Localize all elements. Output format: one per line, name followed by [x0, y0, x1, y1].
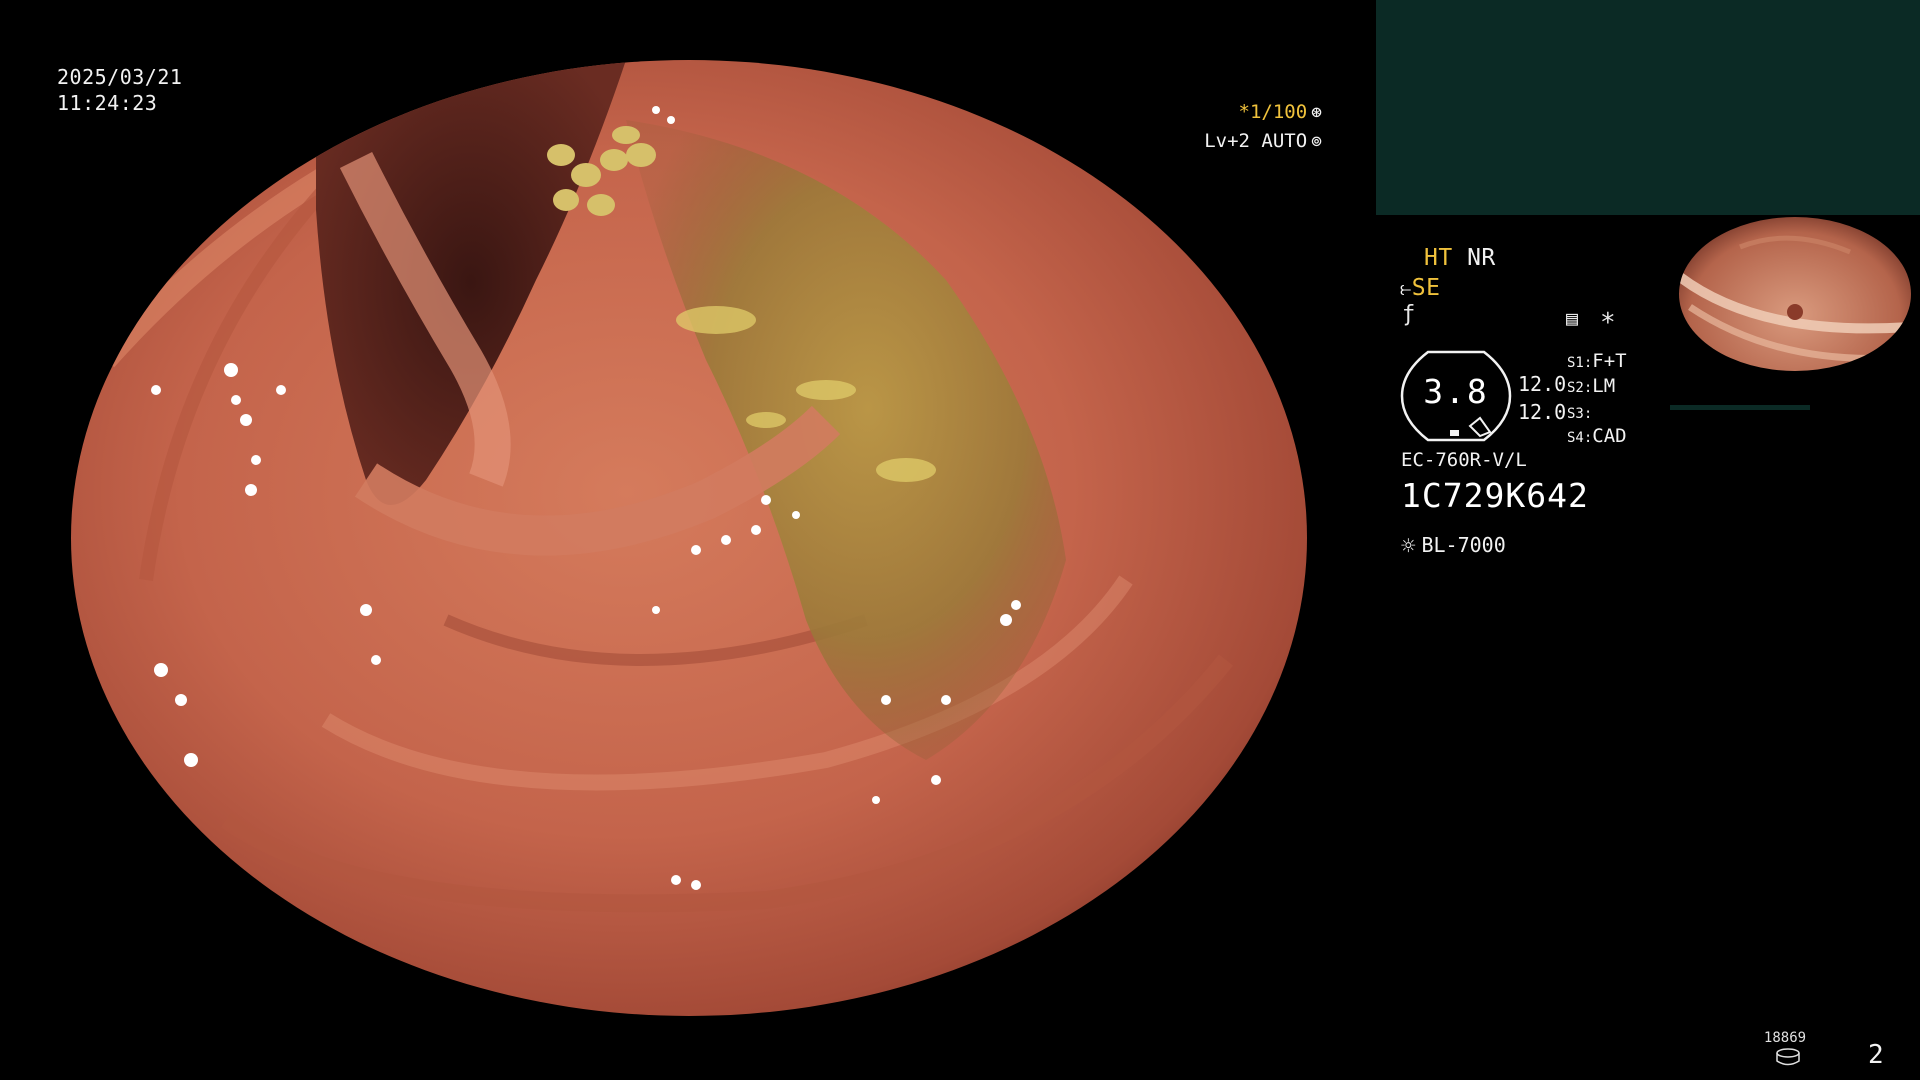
image-counter: 18869 [1763, 1030, 1807, 1046]
scope-serial: 1C729K642 [1401, 476, 1589, 515]
exposure-readout: *1/100 ⊛ Lv+2 AUTO ⊚ [1190, 98, 1322, 156]
record-memo-icon: ▤ [1566, 306, 1579, 330]
capture-date: 2025/03/21 [57, 65, 183, 89]
captured-image-thumbnail[interactable] [1670, 217, 1920, 412]
light-source-model: BL-7000 [1421, 533, 1506, 557]
shutter-row: *1/100 ⊛ [1190, 98, 1322, 127]
capture-time: 11:24:23 [57, 91, 158, 115]
mode-row-ht-nr: HT NR [1424, 244, 1496, 272]
f-function-icon: ƒ [1402, 302, 1416, 327]
scope-model: EC-760R-V/L [1401, 449, 1527, 471]
patient-info-panel [1376, 0, 1920, 215]
level-row: Lv+2 AUTO ⊚ [1190, 127, 1322, 156]
se-enhance-icon: ⥼ [1400, 276, 1412, 300]
capture-datetime: 2025/03/21 11:24:23 [57, 64, 182, 116]
asterisk-indicator: * [1600, 308, 1616, 338]
endoscope-live-view [66, 60, 1312, 1020]
mode-row-se: ⥼SE [1400, 274, 1440, 302]
storage-icon [1776, 1048, 1800, 1066]
setting-value-1: 12.0 [1518, 372, 1567, 396]
iris-icon: ⊚ [1311, 131, 1322, 152]
page-number: 2 [1868, 1040, 1884, 1070]
mode-nr: NR [1467, 245, 1496, 271]
light-source: ☼ BL-7000 [1401, 532, 1506, 560]
sun-light-icon: ☼ [1401, 532, 1416, 560]
gain-level-value: 3.8 [1423, 372, 1489, 411]
mode-se: SE [1411, 275, 1441, 301]
mode-ht: HT [1424, 245, 1453, 271]
switch-s4: S4:CAD [1567, 425, 1627, 447]
brightness-level: Lv+2 AUTO [1204, 130, 1308, 152]
shutter-speed: *1/100 [1238, 101, 1308, 123]
aperture-icon: ⊛ [1311, 102, 1322, 123]
switch-s3: S3: [1567, 406, 1593, 422]
setting-value-2: 12.0 [1518, 400, 1567, 424]
switch-s2: S2:LM [1567, 375, 1616, 397]
switch-s1: S1:F+T [1567, 350, 1627, 372]
